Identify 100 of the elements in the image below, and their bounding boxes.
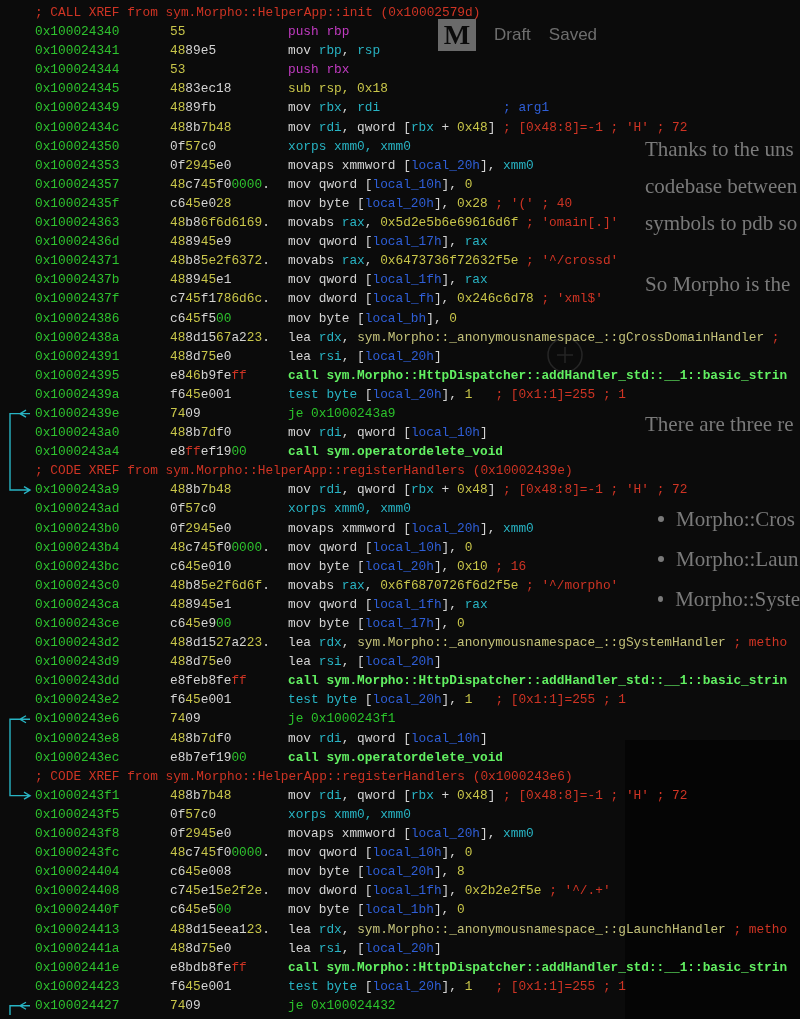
list-item-text: Morpho::Syste (675, 586, 800, 612)
instruction: lea rsi, [local_20h] (288, 653, 442, 672)
address: 0x10002441a (35, 939, 121, 958)
instruction: lea rsi, [local_20h] (288, 939, 442, 958)
opcode-bytes: e8ffef1900 (170, 443, 248, 462)
address: 0x1000243f8 (35, 825, 121, 844)
instruction: xorps xmm0, xmm0 (288, 500, 411, 519)
opcode-bytes: f645e001 (170, 691, 233, 710)
opcode-bytes: 488b7df0 (170, 424, 233, 443)
opcode-bytes: c645f500 (170, 309, 233, 328)
address: 0x10002436d (35, 233, 121, 252)
instruction: movaps xmmword [local_20h], xmm0 (288, 519, 534, 538)
opcode-bytes: 7409 (170, 996, 202, 1015)
opcode-bytes: 488945e1 (170, 271, 233, 290)
address: 0x1000243c0 (35, 576, 121, 595)
article-text: So Morpho is the (645, 271, 792, 298)
instruction: call sym.Morpho::HttpDispatcher::addHandler_std::__1::basic_strin (288, 672, 788, 691)
bullet-icon (658, 556, 664, 562)
address: 0x10002440f (35, 901, 121, 920)
address: 0x10002439e (35, 404, 121, 423)
instruction: mov byte [local_20h], 0x28 ; '(' ; 40 (288, 194, 573, 213)
opcode-bytes: 4889fb (170, 99, 218, 118)
address: 0x1000243bc (35, 557, 121, 576)
opcode-bytes: 48c745f00000. (170, 175, 271, 194)
instruction: movabs rax, 0x6473736f72632f5e ; '^/crossd' (288, 252, 619, 271)
instruction: mov byte [local_17h], 0 (288, 615, 465, 633)
instruction: lea rdx, sym.Morpho::_anonymousnamespace_::gLaunchHandler ; metho (288, 920, 788, 939)
address: 0x100024353 (35, 156, 121, 175)
opcode-bytes: 488d75e0 (170, 939, 233, 958)
opcode-bytes: c645e008 (170, 863, 233, 882)
address: 0x100024413 (35, 920, 121, 939)
opcode-bytes: 0f2945e0 (170, 825, 233, 844)
instruction: call sym.Morpho::HttpDispatcher::addHandler_std::__1::basic_strin (288, 366, 788, 385)
instruction: mov byte [local_1bh], 0 (288, 901, 465, 920)
address: 0x100024395 (35, 366, 121, 385)
instruction: mov rdi, qword [local_10h] (288, 424, 488, 443)
instruction: je 0x100024432 (288, 996, 396, 1015)
xref-comment: ; CODE XREF from sym.Morpho::HelperApp::registerHandlers (0x10002439e) (35, 462, 573, 481)
address: 0x1000243a0 (35, 424, 121, 443)
address: 0x1000243b4 (35, 538, 121, 557)
bullet-icon (658, 516, 664, 522)
opcode-bytes: 48b85e2f6d6f. (170, 576, 271, 595)
address: 0x100024345 (35, 80, 121, 99)
instruction: lea rdx, sym.Morpho::_anonymousnamespace_::gCrossDomainHandler ; (288, 328, 780, 347)
article-text: Thanks to the uns (645, 136, 795, 163)
instruction: mov qword [local_10h], 0 (288, 175, 473, 194)
address: 0x100024350 (35, 137, 121, 156)
site-logo[interactable]: M (438, 19, 476, 51)
instruction: mov byte [local_20h], 8 (288, 863, 465, 882)
opcode-bytes: f645e001 (170, 977, 233, 996)
address: 0x1000243ad (35, 500, 121, 519)
instruction: movaps xmmword [local_20h], xmm0 (288, 825, 534, 844)
address: 0x1000243dd (35, 672, 121, 691)
address: 0x1000243a4 (35, 443, 121, 462)
instruction: mov rbp, rsp (288, 42, 381, 61)
opcode-bytes: 488d1567a223. (170, 328, 271, 347)
opcode-bytes: c745e15e2f2e. (170, 882, 271, 901)
opcode-bytes: 4883ec18 (170, 80, 233, 99)
instruction: mov byte [local_20h], 0x10 ; 16 (288, 557, 527, 576)
address: 0x1000243b0 (35, 519, 121, 538)
address: 0x10002437f (35, 290, 121, 309)
list-item-text: Morpho::Cros (676, 506, 795, 532)
instruction: xorps xmm0, xmm0 (288, 137, 411, 156)
address: 0x10002434c (35, 118, 121, 137)
instruction: lea rdx, sym.Morpho::_anonymousnamespace_::gSystemHandler ; metho (288, 634, 788, 653)
address: 0x1000243fc (35, 844, 121, 863)
opcode-bytes: c745f1786d6c. (170, 290, 271, 309)
instruction: lea rsi, [local_20h] (288, 347, 442, 366)
opcode-bytes: 488945e1 (170, 595, 233, 614)
opcode-bytes: e8b7ef1900 (170, 748, 248, 767)
instruction: mov byte [local_bh], 0 (288, 309, 457, 328)
instruction: push rbp (288, 23, 350, 42)
opcode-bytes: 0f57c0 (170, 500, 218, 519)
instruction: test byte [local_20h], 1 ; [0x1:1]=255 ; 1 (288, 385, 626, 404)
instruction: test byte [local_20h], 1 ; [0x1:1]=255 ; 1 (288, 691, 626, 710)
address: 0x10002441e (35, 958, 121, 977)
opcode-bytes: c645e010 (170, 557, 233, 576)
instruction: mov qword [local_10h], 0 (288, 538, 473, 557)
address: 0x100024404 (35, 863, 121, 882)
address: 0x100024423 (35, 977, 121, 996)
instruction: call sym.operatordelete_void (288, 748, 504, 767)
opcode-bytes: 4889e5 (170, 42, 218, 61)
address: 0x100024341 (35, 42, 121, 61)
opcode-bytes: 488b7b48 (170, 118, 233, 137)
address: 0x100024386 (35, 309, 121, 328)
instruction: je 0x1000243a9 (288, 404, 396, 423)
instruction: test byte [local_20h], 1 ; [0x1:1]=255 ; 1 (288, 977, 626, 996)
address: 0x100024363 (35, 214, 121, 233)
opcode-bytes: 488d75e0 (170, 347, 233, 366)
address: 0x10002435f (35, 194, 121, 213)
opcode-bytes: c645e500 (170, 901, 233, 920)
opcode-bytes: 488945e9 (170, 233, 233, 252)
instruction: movabs rax, 0x6f6870726f6d2f5e ; '^/morpho' (288, 576, 619, 595)
opcode-bytes: c645e028 (170, 194, 233, 213)
opcode-bytes: c645e900 (170, 615, 233, 633)
bullet-icon (658, 596, 664, 602)
address: 0x100024357 (35, 175, 121, 194)
xref-comment: ; CALL XREF from sym.Morpho::HelperApp::init (0x10002579d) (35, 4, 481, 22)
instruction: call sym.operatordelete_void (288, 443, 504, 462)
opcode-bytes: e8feb8feff (170, 672, 248, 691)
